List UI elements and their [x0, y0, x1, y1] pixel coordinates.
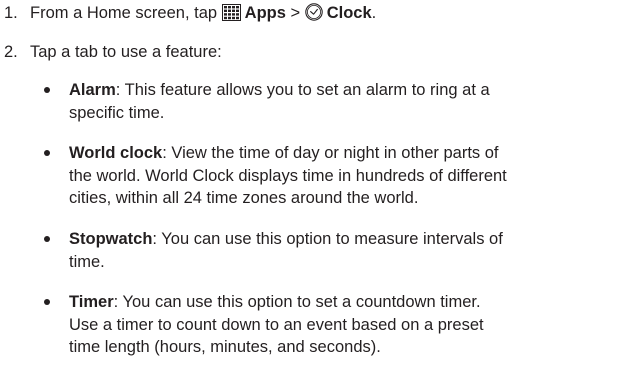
- step-number: 2.: [4, 43, 18, 61]
- feature-line: Use a timer to count down to an event ba…: [69, 315, 484, 334]
- apps-grid-icon: [221, 4, 241, 27]
- step-prefix: From a Home screen, tap: [30, 4, 222, 22]
- bullet-dot: [44, 299, 50, 305]
- feature-description: Alarm: This feature allows you to set an…: [69, 79, 624, 124]
- feature-term: World clock: [69, 144, 163, 162]
- feature-line: Stopwatch: You can use this option to me…: [69, 228, 624, 251]
- feature-line-text: : This feature allows you to set an alar…: [115, 81, 490, 99]
- step-number: 1.: [4, 4, 18, 22]
- feature-line-text: : You can use this option to set a count…: [113, 293, 481, 311]
- bullet-dot: [44, 150, 50, 156]
- feature-line: World clock: View the time of day or nig…: [69, 142, 624, 165]
- step-separator: >: [285, 4, 305, 22]
- feature-description: Stopwatch: You can use this option to me…: [69, 228, 624, 273]
- bullet-dot: [44, 87, 50, 93]
- feature-line: time.: [69, 252, 105, 271]
- feature-term: Stopwatch: [69, 230, 153, 248]
- apps-label: Apps: [244, 4, 286, 22]
- bullet-dot: [44, 236, 50, 242]
- feature-description: Timer: You can use this option to set a …: [69, 291, 624, 359]
- feature-description: World clock: View the time of day or nig…: [69, 142, 624, 210]
- step-suffix: .: [371, 4, 377, 22]
- feature-line: Alarm: This feature allows you to set an…: [69, 79, 624, 102]
- feature-line-text: : You can use this option to measure int…: [152, 230, 503, 248]
- feature-line-text: : View the time of day or night in other…: [162, 144, 499, 162]
- step-text: From a Home screen, tap Apps > Clock.: [30, 2, 376, 27]
- feature-line: Timer: You can use this option to set a …: [69, 291, 624, 314]
- instructions-page: 1. From a Home screen, tap Apps > Clock.…: [0, 0, 632, 369]
- feature-line: cities, within all 24 time zones around …: [69, 189, 419, 207]
- feature-term: Timer: [69, 293, 114, 311]
- clock-label: Clock: [326, 4, 372, 22]
- feature-line: specific time.: [69, 103, 165, 122]
- feature-line: the world. World Clock displays time in …: [69, 166, 507, 185]
- feature-term: Alarm: [69, 81, 116, 99]
- feature-line: time length (hours, minutes, and seconds…: [69, 338, 381, 356]
- step-text: Tap a tab to use a feature:: [30, 43, 222, 61]
- clock-icon: [304, 3, 323, 27]
